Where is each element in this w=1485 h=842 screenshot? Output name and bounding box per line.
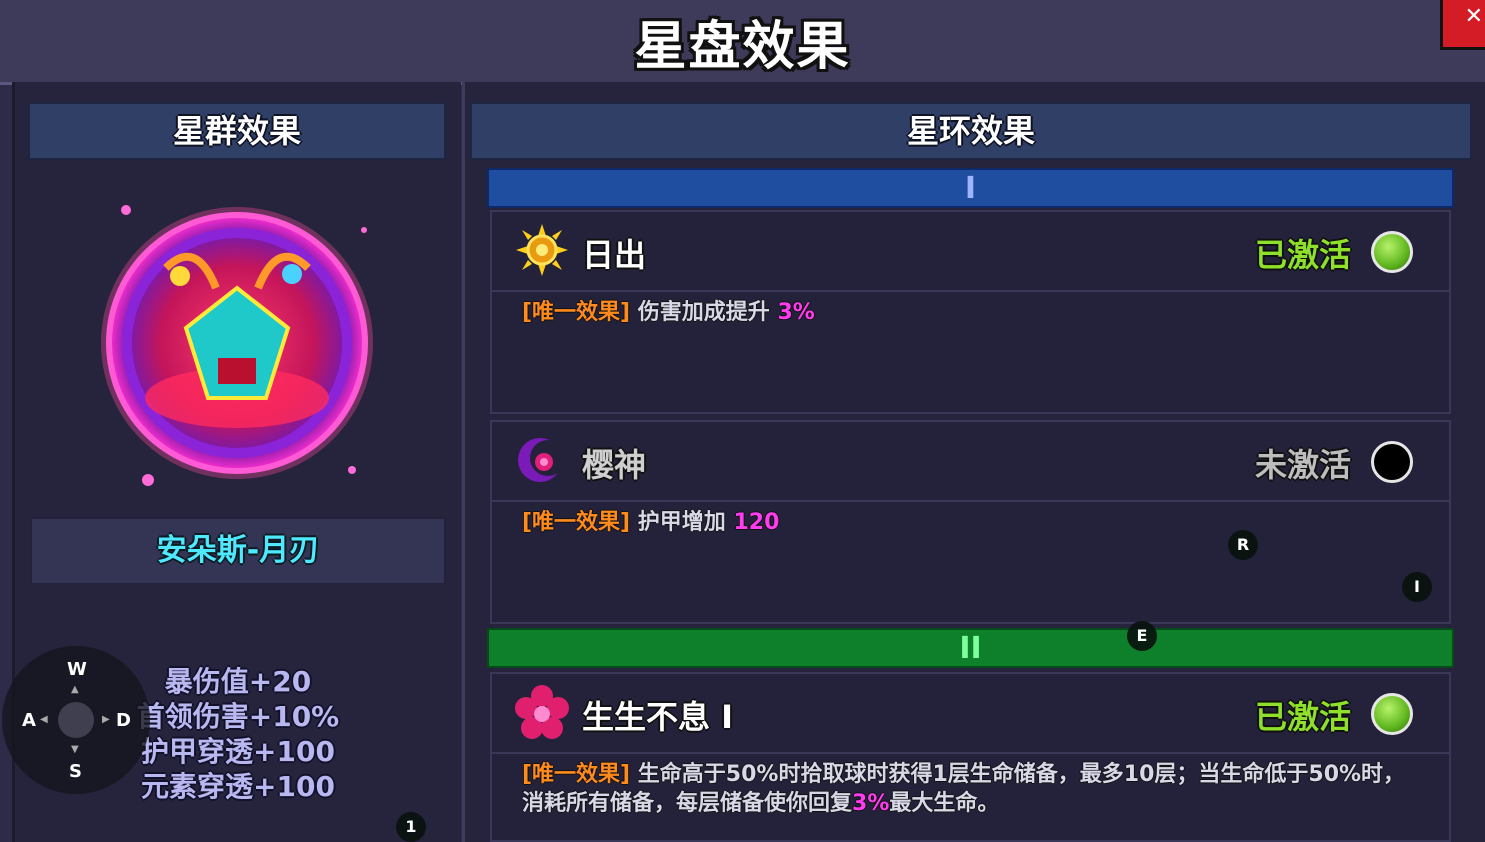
effect-text: 伤害加成提升 [637,300,778,325]
effect-value: 120 [733,510,780,535]
key-hint-i[interactable]: I [1402,572,1432,602]
arrow-left-icon: ◀ [40,714,48,725]
close-button[interactable]: ✕ [1440,0,1485,50]
flower-icon [515,685,569,739]
arrow-right-icon: ▶ [102,714,110,725]
effect-card[interactable]: 日出 已激活 [唯一效果] 伤害加成提升 3% [490,210,1451,414]
effect-tag: [唯一效果] [522,300,631,325]
effect-value: 3% [852,791,890,816]
ring-header: 星环效果 [470,102,1472,160]
constellation-header: 星群效果 [28,102,446,160]
effect-status: 已激活 [1254,698,1351,736]
tier-1-bar: I [487,168,1454,208]
key-up[interactable]: W [67,659,87,680]
effect-description: [唯一效果] 生命高于50%时拾取球时获得1层生命储备，最多10层；当生命低于5… [522,760,1422,818]
effect-card[interactable]: 生生不息 I 已激活 [唯一效果] 生命高于50%时拾取球时获得1层生命储备，最… [490,672,1451,842]
dpad-center [58,702,94,738]
effect-name: 樱神 [582,446,647,484]
movement-dpad[interactable]: W ▲ A ◀ D ▶ ▼ S [2,646,150,794]
effect-card-header: 日出 已激活 [492,212,1449,292]
constellation-name: 安朵斯-月刃 [30,517,446,585]
key-hint-1[interactable]: 1 [396,812,426,842]
effect-value: 3% [777,300,815,325]
key-down[interactable]: S [69,761,82,782]
status-indicator [1371,441,1413,483]
effect-card-header: 樱神 未激活 [492,422,1449,502]
key-left[interactable]: A [22,710,36,731]
close-icon: ✕ [1464,4,1483,29]
effect-description: [唯一效果] 护甲增加 120 [522,508,1422,537]
effect-card-header: 生生不息 I 已激活 [492,674,1449,754]
key-hint-e[interactable]: E [1127,621,1157,651]
tier-2-bar: II [487,628,1454,668]
effect-status: 未激活 [1254,446,1351,484]
arrow-down-icon: ▼ [71,744,79,755]
status-indicator [1371,693,1413,735]
effect-card[interactable]: 樱神 未激活 [唯一效果] 护甲增加 120 [490,420,1451,624]
page-title: 星盘效果 [634,17,851,77]
effect-name: 日出 [582,236,647,274]
crescent-blossom-icon [518,438,566,482]
effect-tag: [唯一效果] [522,510,631,535]
effect-status: 已激活 [1254,236,1351,274]
effect-description: [唯一效果] 伤害加成提升 3% [522,298,1422,327]
effect-tag: [唯一效果] [522,762,631,787]
effect-text-post: 最大生命。 [889,791,1000,816]
arrow-up-icon: ▲ [71,684,79,695]
constellation-emblem-icon [101,205,373,486]
effect-text: 护甲增加 [637,510,734,535]
sun-icon [516,224,568,276]
status-indicator [1371,231,1413,273]
key-right[interactable]: D [116,710,131,731]
key-hint-r[interactable]: R [1228,530,1258,560]
effect-name: 生生不息 I [582,698,734,736]
